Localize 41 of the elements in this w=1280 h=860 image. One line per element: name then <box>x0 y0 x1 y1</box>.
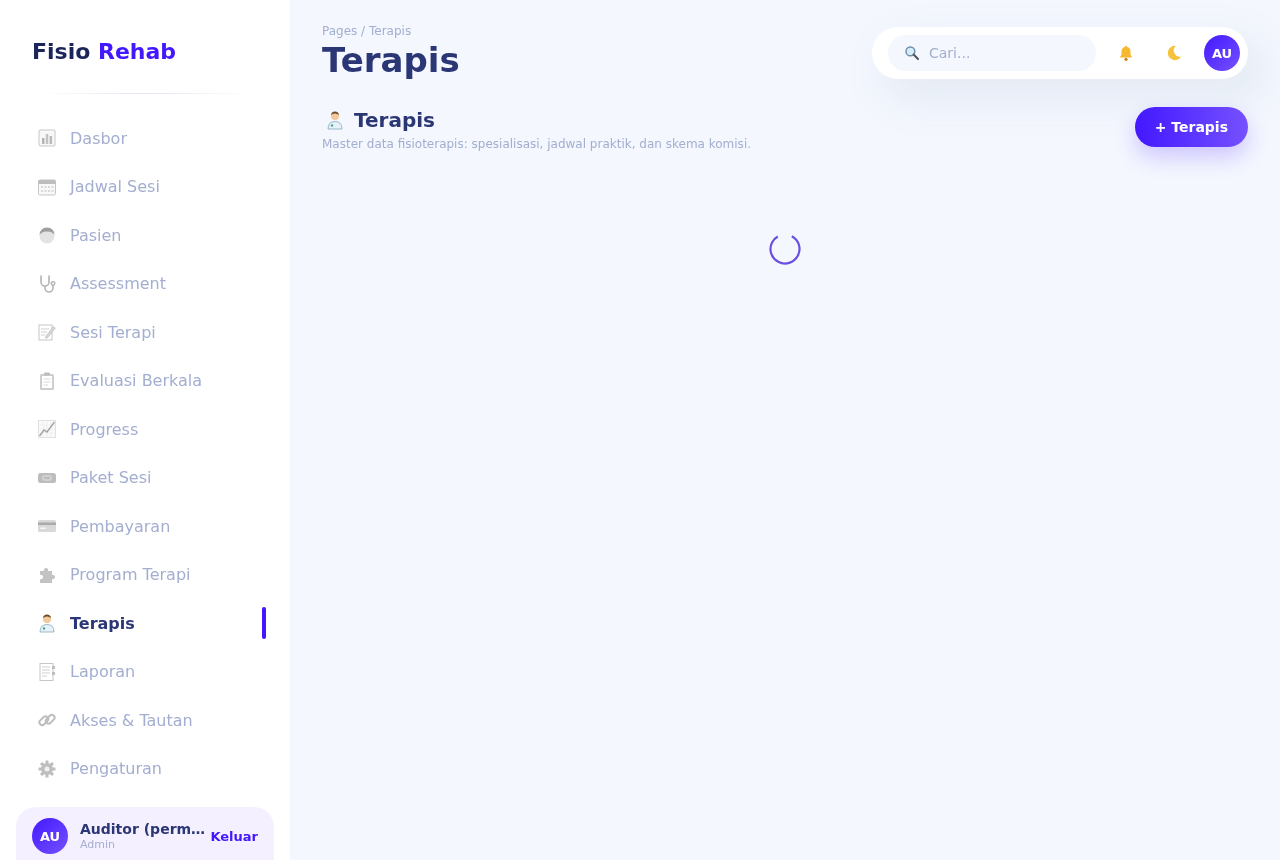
bell-icon[interactable] <box>1117 44 1135 62</box>
bar-chart-icon <box>37 128 57 149</box>
person-icon <box>37 225 57 246</box>
search-field[interactable]: Cari... <box>888 35 1096 71</box>
user-avatar[interactable]: AU <box>32 818 68 854</box>
sidebar-item[interactable]: Pembayaran <box>0 502 290 551</box>
health-worker-icon <box>325 110 345 130</box>
sidebar-item[interactable]: Assessment <box>0 259 290 308</box>
search-icon <box>904 45 920 61</box>
sidebar-item[interactable]: Evaluasi Berkala <box>0 356 290 405</box>
logout-link[interactable]: Keluar <box>210 828 258 844</box>
sidebar-item[interactable]: Program Terapi <box>0 550 290 599</box>
sidebar-item[interactable]: Terapis <box>0 599 290 648</box>
line-chart-icon <box>37 419 57 440</box>
sidebar-item[interactable]: Akses & Tautan <box>0 696 290 745</box>
sidebar-item[interactable]: Pasien <box>0 211 290 260</box>
sidebar-item[interactable]: Paket Sesi <box>0 453 290 502</box>
sidebar-item[interactable]: Sesi Terapi <box>0 308 290 357</box>
active-indicator <box>262 607 266 640</box>
section-description: Master data fisioterapis: spesialisasi, jadwal praktik, dan skema komisi. <box>322 136 752 152</box>
sidebar-item[interactable]: Progress <box>0 405 290 454</box>
memo-icon <box>37 322 57 343</box>
user-name: Auditor (perm… <box>80 820 206 838</box>
moon-icon[interactable] <box>1165 44 1183 62</box>
clipboard-icon <box>37 370 57 391</box>
health-worker-icon <box>37 613 57 634</box>
calendar-icon <box>37 176 57 197</box>
breadcrumb: Pages / Terapis <box>322 24 412 38</box>
user-role: Admin <box>80 838 116 852</box>
brand-logo: Fisio Rehab <box>32 38 177 66</box>
stethoscope-icon <box>37 273 57 294</box>
add-therapist-button[interactable]: + Terapis <box>1134 107 1248 147</box>
sidebar-item[interactable]: Dasbor <box>0 114 290 163</box>
sidebar-item[interactable]: Laporan <box>0 647 290 696</box>
user-avatar[interactable]: AU <box>1204 35 1240 71</box>
page-title: Terapis <box>322 40 460 80</box>
sidebar-item[interactable]: Jadwal Sesi <box>0 162 290 211</box>
sidebar-item[interactable]: Pengaturan <box>0 744 290 793</box>
gear-icon <box>37 758 57 779</box>
section-title: Terapis <box>354 107 435 133</box>
document-icon <box>37 661 57 682</box>
